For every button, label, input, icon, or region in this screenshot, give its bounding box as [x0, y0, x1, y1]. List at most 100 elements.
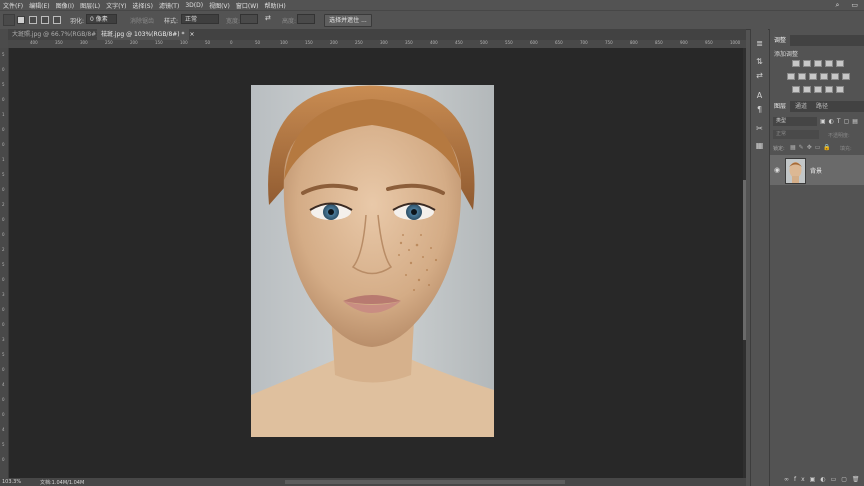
ruler-tick-label: 950 — [705, 40, 713, 45]
eye-icon[interactable]: ◉ — [774, 166, 780, 174]
lock-icons[interactable]: ▦✎✥▭🔒 — [790, 144, 834, 151]
height-input — [297, 14, 315, 24]
posterize-icon[interactable] — [803, 86, 811, 93]
height-label: 高度: — [282, 18, 297, 25]
character-icon[interactable]: A — [755, 91, 764, 100]
menu-item[interactable]: 图层(L) — [80, 1, 100, 10]
tab-document-2-label: 祛斑.jpg @ 103%(RGB/8#) * — [101, 31, 185, 38]
ruler-tick-label: 0 — [2, 127, 5, 132]
document-tabs: 大斑照.jpg @ 66.7%(RGB/8#) × 祛斑.jpg @ 103%(… — [8, 29, 746, 40]
menu-item[interactable]: 窗口(W) — [236, 1, 259, 10]
search-icon[interactable]: ⌕ — [835, 1, 839, 10]
ruler-tick-label: 5 — [2, 172, 5, 177]
color-balance-icon[interactable] — [798, 73, 806, 80]
add-selection-icon[interactable] — [29, 16, 37, 24]
tab-channels[interactable]: 通道 — [791, 101, 811, 112]
ruler-tick-label: 2 — [2, 247, 5, 252]
exposure-icon[interactable] — [825, 60, 833, 67]
menu-item[interactable]: 文件(F) — [3, 1, 23, 10]
workspace-icon[interactable]: ▭ — [851, 1, 858, 9]
ruler-tick-label: 550 — [505, 40, 513, 45]
feather-input[interactable]: 0 像素 — [86, 14, 117, 24]
document-size: 文档:1.04M/1.04M — [40, 480, 85, 486]
blend-mode-select[interactable]: 正常 — [773, 130, 819, 139]
antialias-checkbox-label[interactable]: 消除锯齿 — [130, 16, 154, 25]
blend-mode-value: 正常 — [776, 131, 787, 137]
history-icon[interactable]: ≣ — [755, 39, 764, 48]
layer-row-background[interactable]: ◉ 背景 — [770, 155, 864, 185]
ruler-tick-label: 1000 — [730, 40, 741, 45]
layer-kind-filter[interactable]: 类型 — [773, 117, 817, 126]
close-icon[interactable]: × — [189, 31, 194, 38]
style-select[interactable]: 正常 — [181, 14, 219, 24]
menu-item[interactable]: 图像(I) — [56, 1, 74, 10]
ruler-tick-label: 0 — [230, 40, 233, 45]
ruler-tick-label: 1 — [2, 112, 5, 117]
ruler-tick-label: 350 — [55, 40, 63, 45]
menu-item[interactable]: 滤镜(T) — [159, 1, 179, 10]
levels-icon[interactable] — [803, 60, 811, 67]
adjustments-subtitle: 添加调整 — [774, 51, 799, 58]
tab-document-2[interactable]: 祛斑.jpg @ 103%(RGB/8#) * × — [97, 29, 195, 40]
select-and-mask-button[interactable]: 选择并遮住 ... — [324, 14, 372, 27]
filter-icons[interactable]: ▣◐T▢▤ — [820, 118, 861, 125]
paragraph-icon[interactable]: ¶ — [755, 105, 764, 114]
brush-icon[interactable]: ▦ — [755, 141, 764, 150]
scrollbar-thumb[interactable] — [743, 180, 746, 340]
brightness-icon[interactable] — [792, 60, 800, 67]
threshold-icon[interactable] — [814, 86, 822, 93]
hue-saturation-icon[interactable] — [787, 73, 795, 80]
menu-item[interactable]: 文字(Y) — [106, 1, 126, 10]
opacity-label: 不透明度: — [828, 133, 850, 139]
ruler-tick-label: 850 — [655, 40, 663, 45]
ruler-tick-label: 2 — [2, 202, 5, 207]
tab-adjustments[interactable]: 调整 — [770, 35, 791, 46]
intersect-selection-icon[interactable] — [53, 16, 61, 24]
tab-document-1-label: 大斑照.jpg @ 66.7%(RGB/8#) — [12, 31, 99, 38]
ruler-tick-label: 0 — [2, 277, 5, 282]
new-selection-icon[interactable] — [17, 16, 25, 24]
swap-icon[interactable]: ⇄ — [265, 14, 271, 22]
black-white-icon[interactable] — [809, 73, 817, 80]
color-lookup-icon[interactable] — [842, 73, 850, 80]
channel-mixer-icon[interactable] — [831, 73, 839, 80]
ruler-tick-label: 50 — [255, 40, 261, 45]
ruler-tick-label: 0 — [2, 97, 5, 102]
tool-preset-icon[interactable] — [3, 14, 15, 26]
menu-item[interactable]: 编辑(E) — [29, 1, 49, 10]
ruler-tick-label: 150 — [305, 40, 313, 45]
ruler-tick-label: 0 — [2, 307, 5, 312]
invert-icon[interactable] — [792, 86, 800, 93]
horizontal-scrollbar[interactable] — [285, 480, 565, 484]
tool-presets-icon[interactable]: ✂ — [755, 124, 764, 133]
subtract-selection-icon[interactable] — [41, 16, 49, 24]
ruler-tick-label: 0 — [2, 217, 5, 222]
selective-color-icon[interactable] — [836, 86, 844, 93]
document-photo[interactable] — [251, 85, 494, 437]
curves-icon[interactable] — [814, 60, 822, 67]
ruler-tick-label: 5 — [2, 352, 5, 357]
menu-item[interactable]: 视图(V) — [209, 1, 230, 10]
tab-document-1[interactable]: 大斑照.jpg @ 66.7%(RGB/8#) × — [8, 29, 109, 40]
photo-filter-icon[interactable] — [820, 73, 828, 80]
ruler-tick-label: 0 — [2, 232, 5, 237]
ruler-tick-label: 750 — [605, 40, 613, 45]
ruler-tick-label: 250 — [355, 40, 363, 45]
layer-comps-icon[interactable]: ⇄ — [755, 71, 764, 80]
layer-bottom-icons[interactable]: ∞fx▣◐▭▢🗑 — [784, 476, 864, 483]
zoom-level[interactable]: 103.3% — [2, 479, 21, 485]
ruler-tick-label: 5 — [2, 262, 5, 267]
feather-label: 羽化: — [70, 18, 85, 25]
menu-item[interactable]: 3D(D) — [185, 2, 203, 9]
tab-paths[interactable]: 路径 — [812, 101, 832, 112]
menu-item[interactable]: 选择(S) — [132, 1, 153, 10]
menu-item[interactable]: 帮助(H) — [265, 1, 286, 10]
vibrance-icon[interactable] — [836, 60, 844, 67]
layer-name[interactable]: 背景 — [810, 166, 822, 175]
panel-icon-strip: ≣ ⇅ ⇄ A ¶ ✂ ▦ — [750, 29, 768, 486]
gradient-map-icon[interactable] — [825, 86, 833, 93]
tab-layers[interactable]: 图层 — [770, 101, 791, 112]
properties-icon[interactable]: ⇅ — [755, 57, 764, 66]
vertical-ruler: 5 0 5 0 1 0 0 1 5 0 2 0 0 2 5 0 3 0 0 3 5 0 4 0 0 4 5 0 — [0, 48, 9, 478]
ruler-tick-label: 0 — [2, 142, 5, 147]
